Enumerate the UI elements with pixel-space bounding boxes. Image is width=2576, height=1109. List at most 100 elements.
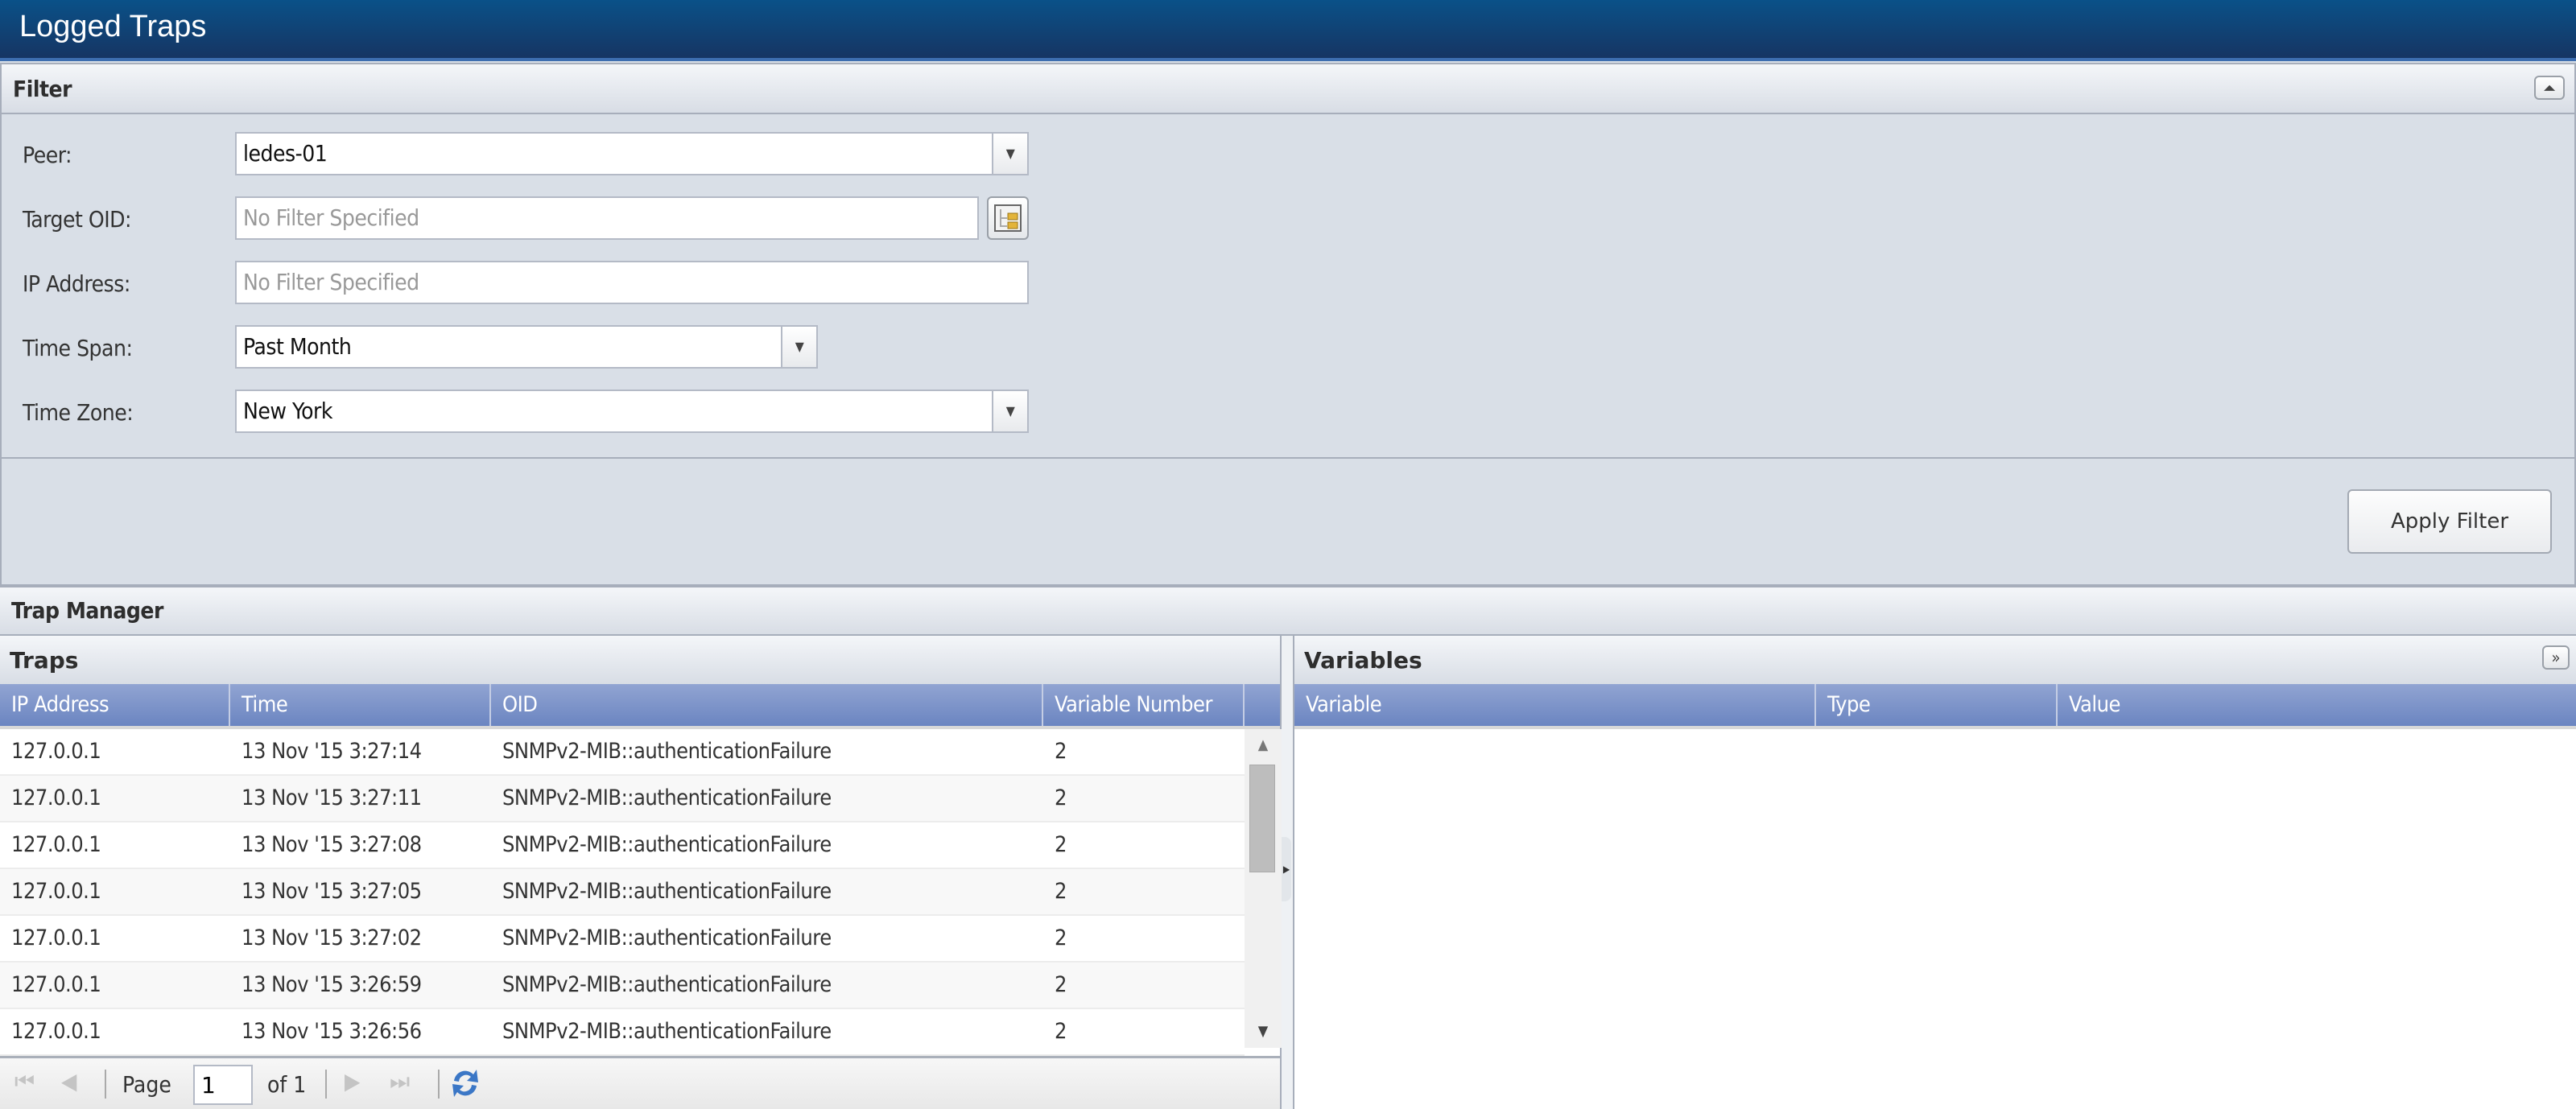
table-row[interactable]: 127.0.0.1 13 Nov '15 3:27:14 SNMPv2-MIB::a… bbox=[0, 729, 1245, 776]
variables-title: Variables bbox=[1304, 647, 1422, 674]
cell-variable-number: 2 bbox=[1055, 739, 1067, 764]
cell-oid: SNMPv2-MIB::authenticationFailure bbox=[502, 1019, 832, 1044]
cell-ip-address: 127.0.0.1 bbox=[11, 926, 101, 950]
filter-actions: Apply Filter bbox=[0, 459, 2576, 586]
peer-dropdown-button[interactable]: ▼ bbox=[992, 132, 1029, 175]
column-header-value[interactable]: Value bbox=[2058, 684, 2576, 726]
cell-ip-address: 127.0.0.1 bbox=[11, 879, 101, 904]
table-row[interactable]: 127.0.0.1 13 Nov '15 3:27:11 SNMPv2-MIB::a… bbox=[0, 776, 1245, 822]
scrollbar-thumb[interactable] bbox=[1249, 765, 1275, 872]
time-zone-label: Time Zone: bbox=[23, 399, 134, 426]
cell-ip-address: 127.0.0.1 bbox=[11, 972, 101, 997]
chevron-down-icon: ▼ bbox=[1005, 146, 1015, 161]
cell-variable-number: 2 bbox=[1055, 785, 1067, 810]
cell-oid: SNMPv2-MIB::authenticationFailure bbox=[502, 879, 832, 904]
ip-address-label: IP Address: bbox=[23, 270, 130, 297]
column-header-variable[interactable]: Variable bbox=[1294, 684, 1816, 726]
column-header-oid[interactable]: OID bbox=[491, 684, 1043, 726]
column-header-time[interactable]: Time bbox=[230, 684, 491, 726]
table-row[interactable]: 127.0.0.1 13 Nov '15 3:27:02 SNMPv2-MIB::a… bbox=[0, 916, 1245, 963]
cell-oid: SNMPv2-MIB::authenticationFailure bbox=[502, 832, 832, 857]
scroll-down-arrow-icon[interactable]: ▼ bbox=[1245, 1016, 1282, 1048]
cell-time: 13 Nov '15 3:26:56 bbox=[242, 1019, 422, 1044]
time-zone-dropdown-button[interactable]: ▼ bbox=[992, 390, 1029, 433]
pager-separator bbox=[325, 1070, 327, 1099]
traps-pager: ⏮ ◀ Page of 1 ▶ ⏭ bbox=[0, 1056, 1280, 1109]
first-page-icon[interactable]: ⏮ bbox=[14, 1068, 35, 1095]
filter-panel-header: Filter ⏶ bbox=[0, 63, 2576, 114]
column-header-variable-number[interactable]: Variable Number bbox=[1043, 684, 1245, 726]
variables-panel: Variables » Variable Type Value bbox=[1293, 636, 2576, 1109]
pager-separator bbox=[438, 1070, 440, 1099]
peer-value: ledes-01 bbox=[243, 140, 328, 167]
ip-address-placeholder: No Filter Specified bbox=[243, 269, 419, 295]
last-page-icon[interactable]: ⏭ bbox=[390, 1068, 410, 1095]
table-row[interactable]: 127.0.0.1 13 Nov '15 3:26:56 SNMPv2-MIB::a… bbox=[0, 1009, 1245, 1056]
peer-label: Peer: bbox=[23, 142, 72, 168]
cell-time: 13 Nov '15 3:27:05 bbox=[242, 879, 422, 904]
traps-scrollbar[interactable]: ▲ ▼ bbox=[1245, 729, 1282, 1048]
trap-manager-header: Trap Manager bbox=[0, 586, 2576, 636]
cell-variable-number: 2 bbox=[1055, 926, 1067, 950]
time-span-combobox[interactable]: Past Month ▼ bbox=[235, 325, 818, 369]
double-chevron-right-icon: » bbox=[2551, 648, 2561, 667]
chevron-down-icon: ▼ bbox=[795, 339, 804, 354]
cell-time: 13 Nov '15 3:27:14 bbox=[242, 739, 422, 764]
cell-time: 13 Nov '15 3:26:59 bbox=[242, 972, 422, 997]
oid-browser-button[interactable] bbox=[987, 196, 1029, 240]
cell-variable-number: 2 bbox=[1055, 879, 1067, 904]
filter-title: Filter bbox=[13, 76, 72, 102]
scroll-up-arrow-icon[interactable]: ▲ bbox=[1245, 729, 1282, 761]
table-row[interactable]: 127.0.0.1 13 Nov '15 3:27:05 SNMPv2-MIB::a… bbox=[0, 869, 1245, 916]
cell-variable-number: 2 bbox=[1055, 832, 1067, 857]
cell-ip-address: 127.0.0.1 bbox=[11, 739, 101, 764]
collapse-variables-button[interactable]: » bbox=[2542, 645, 2570, 670]
cell-ip-address: 127.0.0.1 bbox=[11, 1019, 101, 1044]
column-header-type[interactable]: Type bbox=[1816, 684, 2058, 726]
window-title: Logged Traps bbox=[19, 10, 207, 43]
cell-variable-number: 2 bbox=[1055, 1019, 1067, 1044]
refresh-icon[interactable] bbox=[449, 1065, 481, 1102]
next-page-icon[interactable]: ▶ bbox=[345, 1068, 360, 1095]
traps-header: Traps bbox=[0, 636, 1280, 684]
cell-time: 13 Nov '15 3:27:08 bbox=[242, 832, 422, 857]
title-bar: Logged Traps bbox=[0, 0, 2576, 61]
ip-address-input[interactable]: No Filter Specified bbox=[235, 261, 1029, 304]
previous-page-icon[interactable]: ◀ bbox=[61, 1068, 76, 1095]
pager-separator bbox=[105, 1070, 106, 1099]
cell-time: 13 Nov '15 3:27:11 bbox=[242, 785, 422, 810]
time-span-value: Past Month bbox=[243, 333, 352, 360]
column-header-ip-address[interactable]: IP Address bbox=[0, 684, 230, 726]
variables-column-headers: Variable Type Value bbox=[1294, 684, 2576, 729]
variables-header: Variables » bbox=[1294, 636, 2576, 684]
cell-oid: SNMPv2-MIB::authenticationFailure bbox=[502, 926, 832, 950]
traps-title: Traps bbox=[10, 647, 79, 674]
cell-variable-number: 2 bbox=[1055, 972, 1067, 997]
target-oid-label: Target OID: bbox=[23, 206, 132, 233]
time-span-label: Time Span: bbox=[23, 335, 133, 361]
time-span-dropdown-button[interactable]: ▼ bbox=[781, 325, 818, 369]
apply-filter-button[interactable]: Apply Filter bbox=[2347, 489, 2552, 554]
traps-panel: Traps IP Address Time OID Variable Numbe… bbox=[0, 636, 1282, 1109]
cell-ip-address: 127.0.0.1 bbox=[11, 785, 101, 810]
cell-oid: SNMPv2-MIB::authenticationFailure bbox=[502, 739, 832, 764]
traps-rows: 127.0.0.1 13 Nov '15 3:27:14 SNMPv2-MIB::a… bbox=[0, 729, 1245, 1056]
target-oid-input[interactable]: No Filter Specified bbox=[235, 196, 979, 240]
trap-manager-title: Trap Manager bbox=[11, 597, 163, 624]
peer-combobox[interactable]: ledes-01 ▼ bbox=[235, 132, 1029, 175]
target-oid-placeholder: No Filter Specified bbox=[243, 204, 419, 231]
double-chevron-up-icon: ⏶ bbox=[2543, 78, 2556, 97]
time-zone-combobox[interactable]: New York ▼ bbox=[235, 390, 1029, 433]
traps-column-headers: IP Address Time OID Variable Number bbox=[0, 684, 1280, 729]
tree-folder-icon bbox=[994, 204, 1022, 232]
cell-oid: SNMPv2-MIB::authenticationFailure bbox=[502, 972, 832, 997]
splitter-collapse-arrow-icon[interactable]: ▶ bbox=[1282, 837, 1291, 901]
table-row[interactable]: 127.0.0.1 13 Nov '15 3:26:59 SNMPv2-MIB::a… bbox=[0, 963, 1245, 1009]
filter-form: Peer: ledes-01 ▼ Target OID: No Filter S… bbox=[0, 114, 2576, 459]
page-number-input[interactable] bbox=[193, 1065, 253, 1105]
cell-time: 13 Nov '15 3:27:02 bbox=[242, 926, 422, 950]
collapse-filter-button[interactable]: ⏶ bbox=[2534, 76, 2565, 100]
panel-splitter[interactable]: ▶ bbox=[1282, 636, 1293, 1109]
table-row[interactable]: 127.0.0.1 13 Nov '15 3:27:08 SNMPv2-MIB::a… bbox=[0, 822, 1245, 869]
page-label: Page bbox=[122, 1071, 171, 1098]
